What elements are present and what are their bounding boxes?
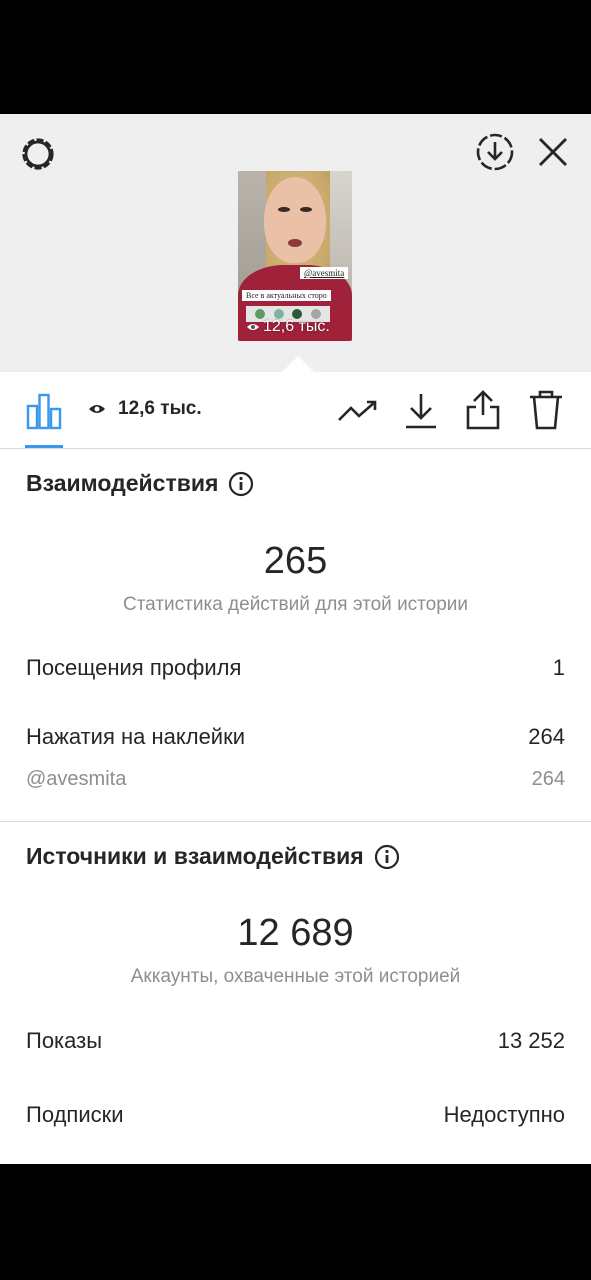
status-bar-area <box>0 0 591 114</box>
follows-value: Недоступно <box>443 1102 565 1127</box>
eye-icon <box>89 405 105 413</box>
trash-icon <box>530 390 562 430</box>
thumbnail-mouth <box>288 239 302 247</box>
profile-visits-value: 1 <box>552 655 565 680</box>
interactions-subtitle: Статистика действий для этой истории <box>122 594 469 615</box>
story-mention-sticker: @avesmita <box>300 267 349 279</box>
settings-button[interactable] <box>16 132 60 176</box>
thumbnail-eye <box>300 207 312 212</box>
info-icon[interactable] <box>374 844 400 870</box>
story-thumbnail[interactable]: @avesmita Все в актуальных сторо 12,6 ты… <box>238 171 352 341</box>
close-button[interactable] <box>533 132 573 172</box>
sticker-taps-value: 264 <box>528 724 565 749</box>
views-tab[interactable]: 12,6 тыс. <box>88 398 202 420</box>
reach-header: Источники и взаимодействия <box>26 843 400 870</box>
views-count: 12,6 тыс. <box>118 398 202 419</box>
settings-icon <box>22 138 54 170</box>
preview-pointer <box>282 356 314 372</box>
profile-visits-label: Посещения профиля <box>26 655 242 680</box>
promote-button[interactable] <box>336 393 380 429</box>
interactions-title: Взаимодействия <box>26 470 219 496</box>
thumbnail-eye <box>278 207 290 212</box>
mention-sticker-label: @avesmita <box>26 768 127 790</box>
trend-icon <box>338 400 377 421</box>
download-button[interactable] <box>401 390 441 432</box>
share-icon <box>466 390 500 430</box>
eye-icon <box>247 324 259 330</box>
active-tab-indicator <box>25 445 63 448</box>
close-icon <box>539 138 567 166</box>
interactions-total: 265 <box>263 540 328 582</box>
sticker-taps-label: Нажатия на наклейки <box>26 724 246 749</box>
section-divider <box>0 821 591 822</box>
story-views-overlay: 12,6 тыс. <box>246 318 330 336</box>
thumbnail-face <box>264 177 326 263</box>
delete-button[interactable] <box>526 388 566 432</box>
share-button[interactable] <box>463 388 503 432</box>
story-views-overlay-count: 12,6 тыс. <box>263 318 330 335</box>
download-icon <box>406 394 436 429</box>
download-circle-icon <box>476 133 514 171</box>
story-caption: Все в актуальных сторо <box>242 290 331 301</box>
follows-label: Подписки <box>26 1102 124 1127</box>
bottom-black-area <box>0 1164 591 1280</box>
reach-title: Источники и взаимодействия <box>26 843 364 869</box>
reach-total: 12 689 <box>237 912 354 954</box>
insights-tab[interactable] <box>24 390 64 432</box>
interactions-header: Взаимодействия <box>26 470 254 497</box>
reach-subtitle: Аккаунты, охваченные этой историей <box>130 966 461 987</box>
save-story-button[interactable] <box>473 130 517 174</box>
impressions-label: Показы <box>26 1028 103 1053</box>
impressions-value: 13 252 <box>497 1028 565 1053</box>
info-icon[interactable] <box>228 471 254 497</box>
bar-chart-icon <box>26 393 62 430</box>
mention-sticker-value: 264 <box>531 768 565 790</box>
